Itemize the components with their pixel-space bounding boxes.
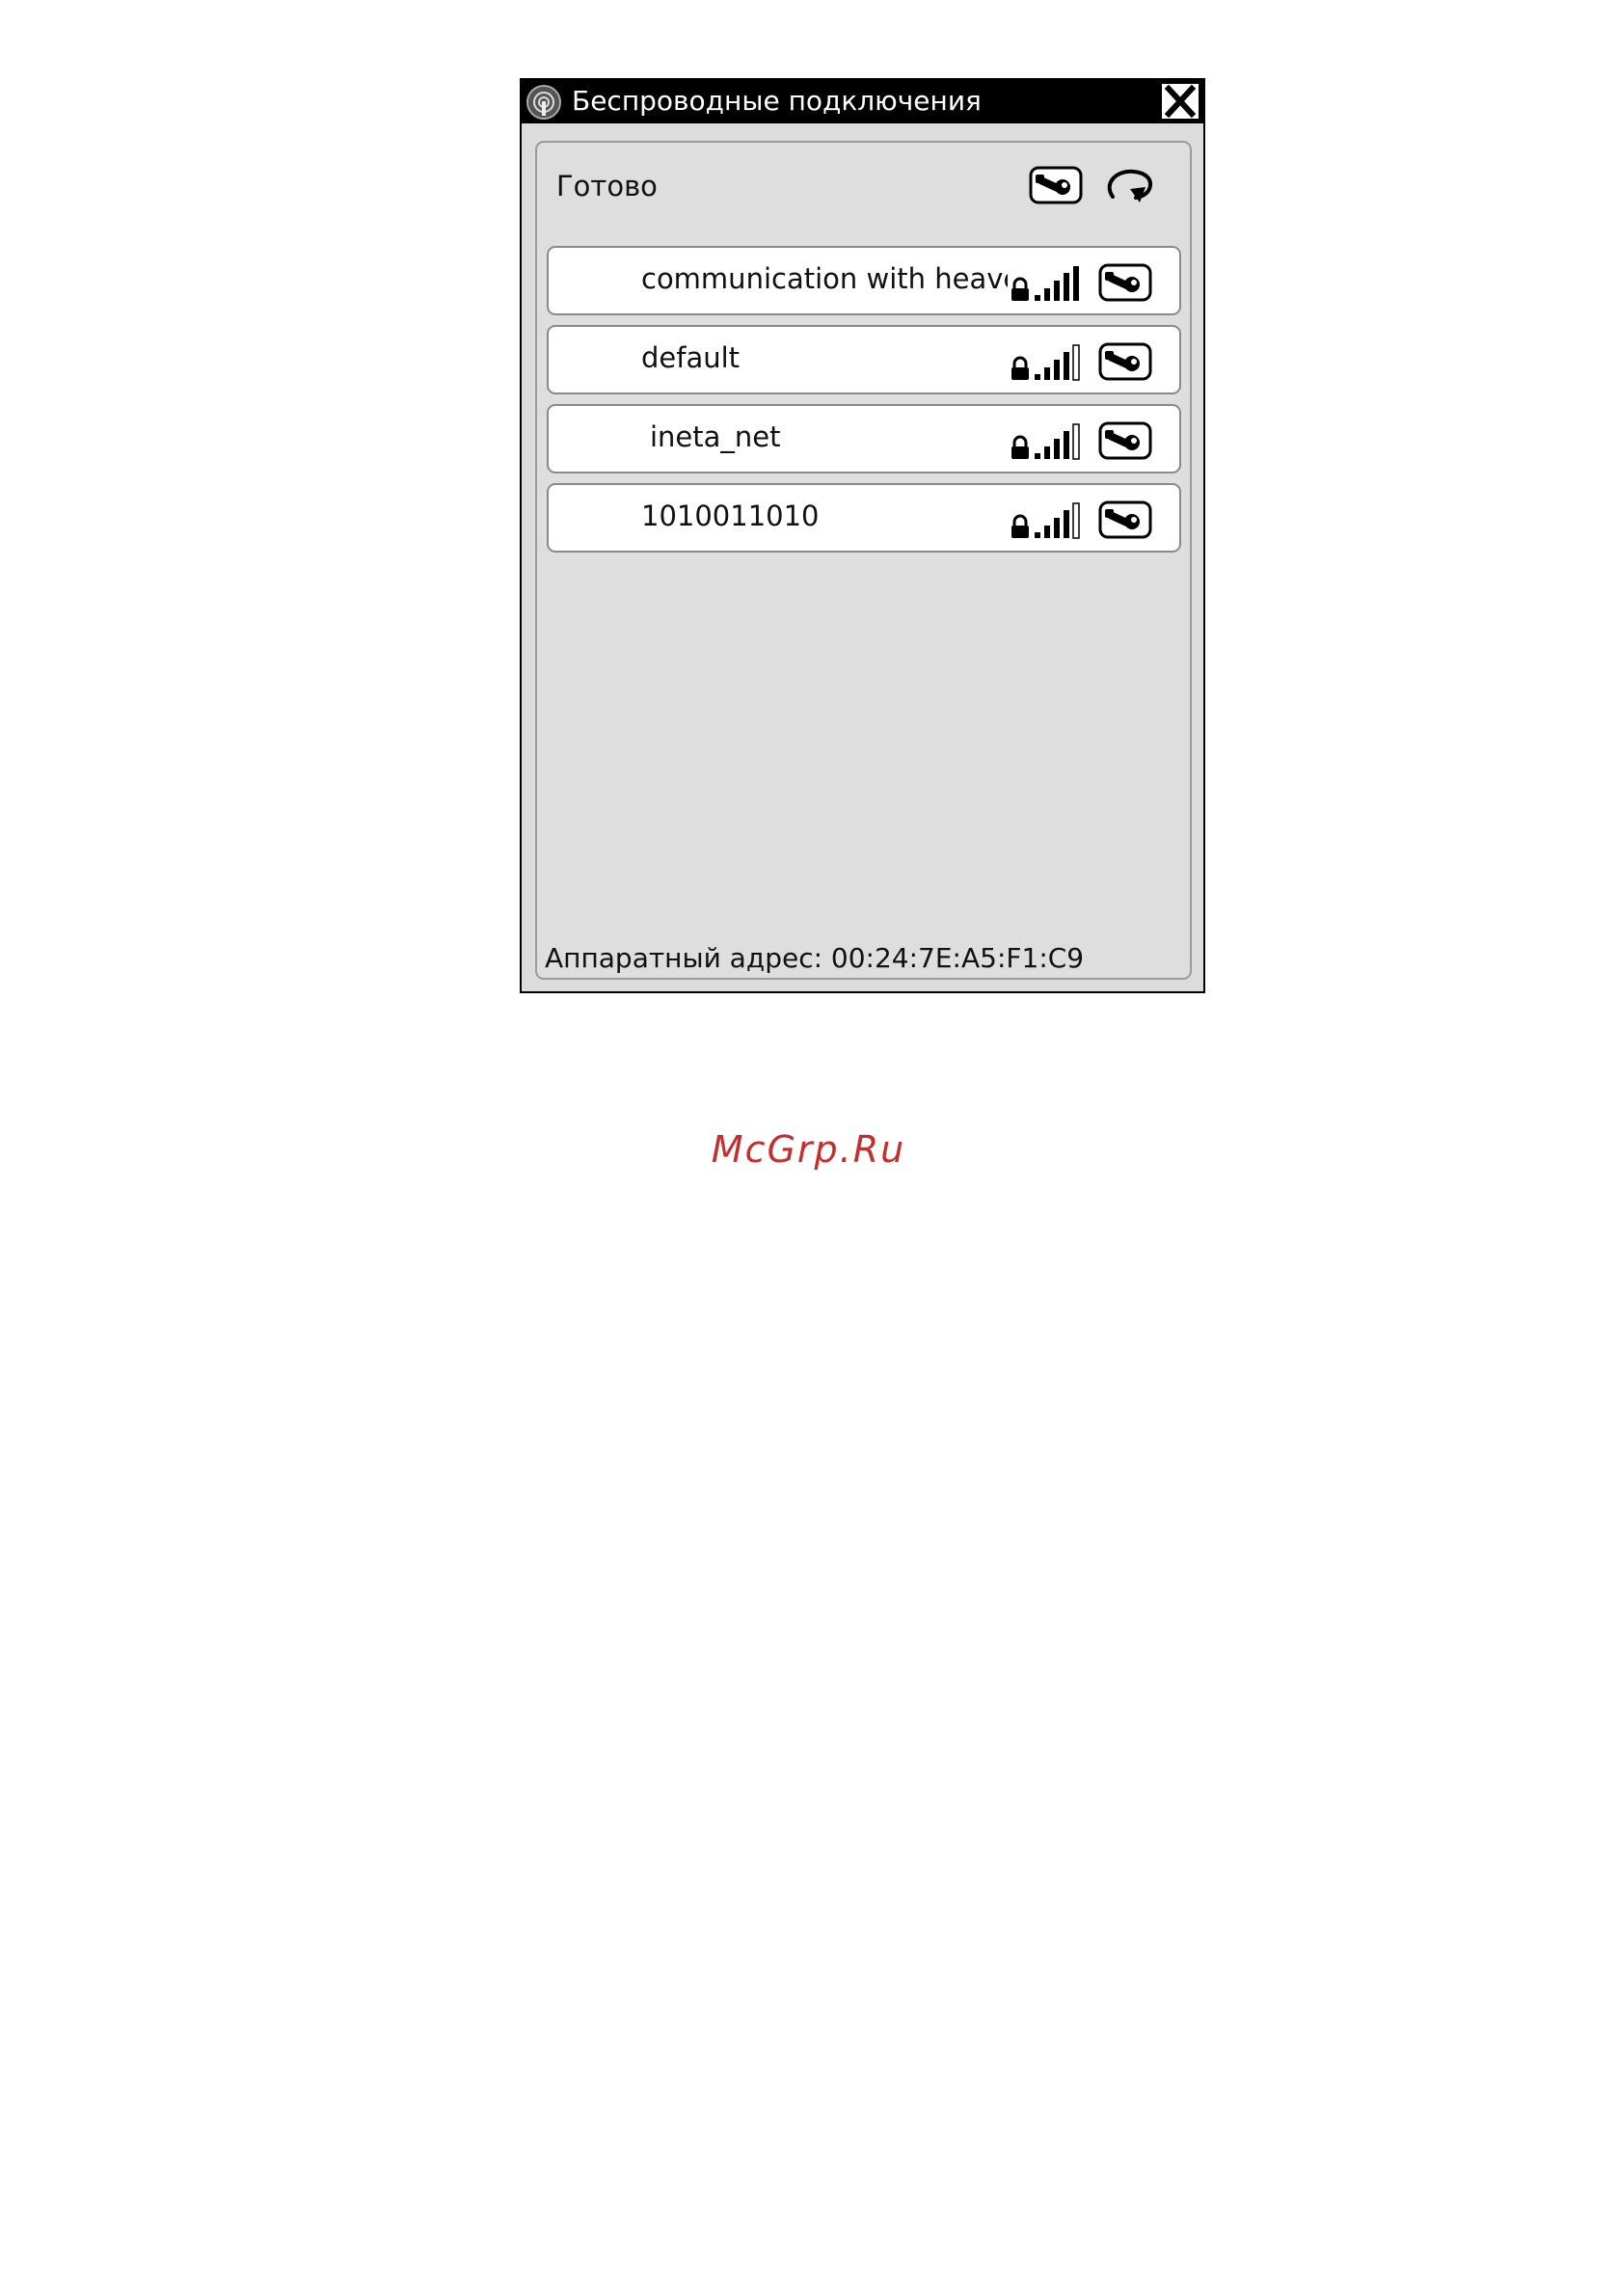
network-settings-button[interactable] [1098, 342, 1152, 381]
close-button[interactable] [1161, 83, 1199, 120]
lock-icon [1011, 277, 1029, 301]
network-name: communication with heaven [641, 262, 1008, 295]
network-item[interactable]: communication with heaven [547, 246, 1181, 315]
network-name: 1010011010 [641, 500, 820, 532]
network-item[interactable]: ineta_net [547, 404, 1181, 473]
lock-icon [1011, 356, 1029, 380]
signal-strength-icon [1035, 423, 1080, 460]
watermark: McGrp.Ru [711, 1128, 906, 1171]
hardware-address: Аппаратный адрес: 00:24:7E:A5:F1:C9 [545, 942, 1085, 974]
network-name: ineta_net [650, 420, 781, 453]
signal-strength-icon [1035, 502, 1080, 539]
network-item[interactable]: default [547, 325, 1181, 394]
window-title: Беспроводные подключения [572, 85, 982, 117]
refresh-button[interactable] [1101, 164, 1159, 206]
connection-status: Готово [556, 170, 658, 203]
signal-strength-icon [1035, 266, 1079, 301]
wireless-settings-button[interactable] [1029, 165, 1083, 205]
networks-panel: Готово communication with heaven default… [535, 141, 1192, 980]
network-item[interactable]: 1010011010 [547, 483, 1181, 553]
network-settings-button[interactable] [1098, 421, 1152, 460]
lock-icon [1011, 435, 1029, 459]
wifi-antenna-icon [526, 85, 561, 120]
network-settings-button[interactable] [1098, 263, 1152, 302]
network-name: default [641, 341, 741, 374]
wireless-connections-window: Беспроводные подключения Готово communic… [520, 78, 1205, 993]
signal-strength-icon [1035, 344, 1080, 381]
network-settings-button[interactable] [1098, 500, 1152, 539]
title-bar: Беспроводные подключения [522, 80, 1203, 123]
lock-icon [1011, 514, 1029, 538]
